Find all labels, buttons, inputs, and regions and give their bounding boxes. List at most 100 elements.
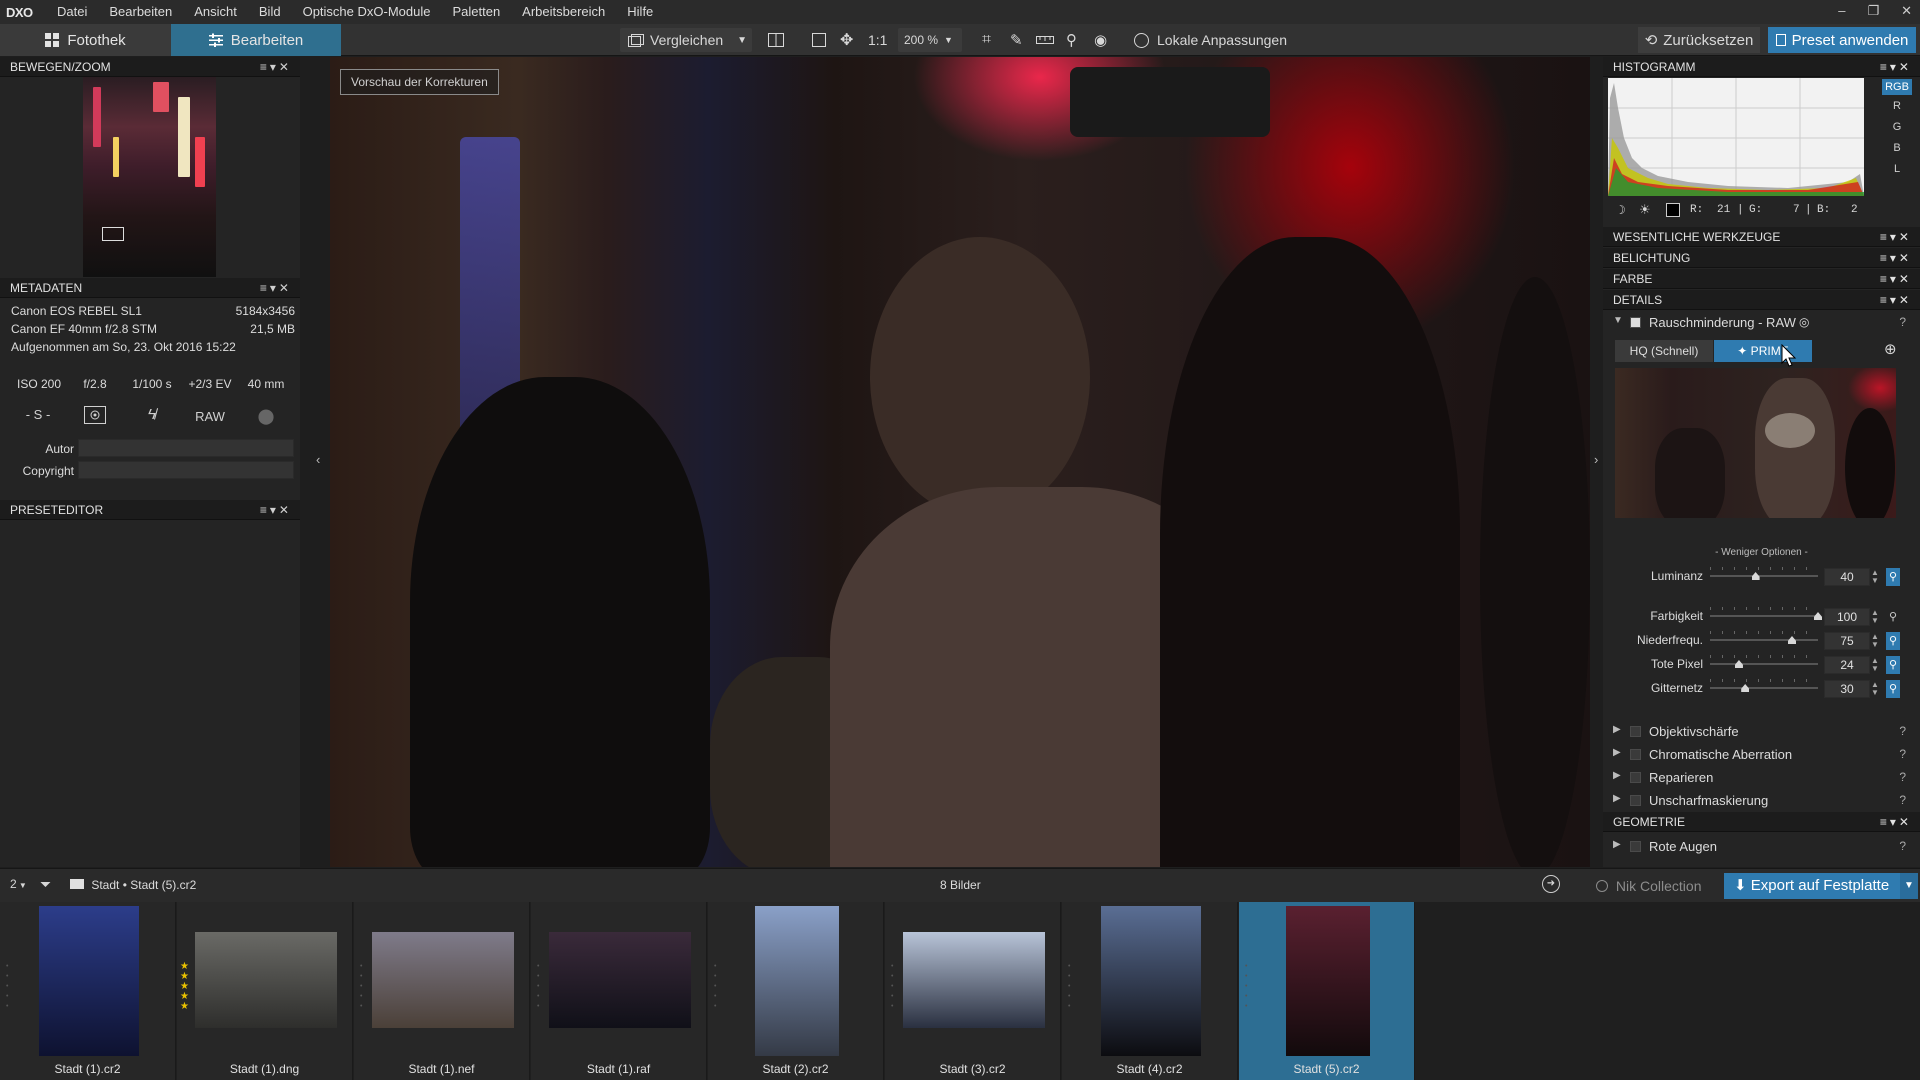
filmstrip-thumbnail[interactable]	[1101, 906, 1201, 1056]
slider-value[interactable]: 75	[1824, 632, 1870, 650]
picker-icon[interactable]: ⚲	[1886, 632, 1900, 650]
tab-fotothek[interactable]: Fotothek	[0, 24, 171, 56]
slider-thumb[interactable]	[1741, 684, 1750, 692]
preset-editor-header[interactable]: PRESETEDITOR ≡▾✕	[0, 500, 300, 520]
filmstrip-item[interactable]: • • • • • Stadt (3).cr2	[885, 902, 1061, 1080]
rating-dots[interactable]: • • • • •	[537, 962, 541, 1012]
panel-menu-close-icon[interactable]: ≡▾✕	[1880, 812, 1912, 832]
subtool-checkbox[interactable]	[1630, 749, 1641, 760]
filmstrip-item[interactable]: • • • • • Stadt (1).cr2	[0, 902, 176, 1080]
panel-menu-close-icon[interactable]: ≡▾✕	[1880, 269, 1912, 289]
collapse-left-panel-icon[interactable]: ‹	[316, 452, 320, 467]
subtool-checkbox[interactable]	[1630, 726, 1641, 737]
minimize-button[interactable]: –	[1838, 0, 1845, 22]
filmstrip-item[interactable]: • • • • • Stadt (1).dng	[177, 902, 353, 1080]
filmstrip-thumbnail[interactable]	[755, 906, 839, 1056]
mode-hq-button[interactable]: HQ (Schnell)	[1615, 340, 1713, 362]
filmstrip-item[interactable]: • • • • • Stadt (4).cr2	[1062, 902, 1238, 1080]
sort-button[interactable]: 2 ▼	[10, 877, 27, 891]
reset-button[interactable]: ⟲ Zurücksetzen	[1638, 27, 1760, 53]
export-disk-button[interactable]: ⬇ Export auf Festplatte	[1724, 873, 1900, 899]
rating-dots[interactable]: • • • • •	[891, 962, 895, 1012]
slider-thumb[interactable]	[1751, 572, 1760, 580]
main-photo[interactable]	[330, 57, 1590, 867]
star-rating[interactable]: ★ ★ ★ ★ ★	[180, 962, 189, 1012]
rating-dots[interactable]: • • • • •	[1245, 962, 1249, 1012]
subtool-checkbox[interactable]	[1630, 841, 1641, 852]
panel-menu-close-icon[interactable]: ≡▾✕	[260, 281, 292, 295]
slider-value[interactable]: 100	[1824, 608, 1870, 626]
subtool-row[interactable]: ▶ Unscharfmaskierung ?	[1603, 789, 1920, 812]
expand-right-icon[interactable]: ▶	[1613, 724, 1621, 735]
menu-hilfe[interactable]: Hilfe	[616, 0, 664, 24]
split-view-icon[interactable]	[768, 28, 784, 52]
picker-icon[interactable]: ⚲	[1886, 656, 1900, 674]
filmstrip-item[interactable]: • • • • • Stadt (5).cr2	[1239, 902, 1415, 1080]
image-viewer[interactable]: Vorschau der Korrekturen	[330, 57, 1590, 867]
menu-arbeitsbereich[interactable]: Arbeitsbereich	[511, 0, 616, 24]
compare-button[interactable]: Vergleichen ▼	[620, 28, 752, 52]
move-zoom-header[interactable]: BEWEGEN/ZOOM ≡▾✕	[0, 57, 300, 77]
metadata-header[interactable]: METADATEN ≡▾✕	[0, 278, 300, 298]
slider-track[interactable]	[1710, 615, 1818, 617]
picker-icon[interactable]: ⚲	[1886, 608, 1900, 626]
channel-r-button[interactable]: R	[1882, 100, 1912, 112]
maximize-button[interactable]: ❐	[1867, 0, 1879, 22]
fewer-options-link[interactable]: - Weniger Optionen -	[1603, 547, 1920, 558]
menu-ansicht[interactable]: Ansicht	[183, 0, 248, 24]
histogram-header[interactable]: HISTOGRAMM ≡▾✕	[1603, 57, 1920, 77]
help-icon[interactable]: ?	[1899, 793, 1906, 807]
channel-l-button[interactable]: L	[1882, 163, 1912, 175]
slider-track[interactable]	[1710, 639, 1818, 641]
slider-track[interactable]	[1710, 663, 1818, 665]
expand-down-icon[interactable]: ▼	[1613, 315, 1623, 326]
navigator-thumbnail[interactable]	[83, 77, 216, 277]
spinner-icon[interactable]: ▲ ▼	[1871, 569, 1879, 585]
subtool-row[interactable]: ▶ Chromatische Aberration ?	[1603, 743, 1920, 766]
subtool-checkbox[interactable]	[1630, 772, 1641, 783]
apply-preset-button[interactable]: Preset anwenden	[1768, 27, 1916, 53]
tab-bearbeiten[interactable]: Bearbeiten	[171, 24, 341, 56]
help-icon[interactable]: ?	[1899, 839, 1906, 853]
menu-bearbeiten[interactable]: Bearbeiten	[98, 0, 183, 24]
filmstrip-thumbnail[interactable]	[549, 932, 691, 1028]
menu-paletten[interactable]: Paletten	[441, 0, 511, 24]
menu-datei[interactable]: Datei	[46, 0, 98, 24]
mode-prime-button[interactable]: ✦ PRIME	[1714, 340, 1812, 362]
slider-value[interactable]: 24	[1824, 656, 1870, 674]
author-field[interactable]	[78, 439, 294, 457]
filmstrip-thumbnail[interactable]	[195, 932, 337, 1028]
navigator-viewport-rect[interactable]	[102, 227, 124, 241]
color-header[interactable]: FARBE ≡▾✕	[1603, 269, 1920, 289]
filmstrip-item[interactable]: • • • • • Stadt (2).cr2	[708, 902, 884, 1080]
panel-menu-close-icon[interactable]: ≡▾✕	[1880, 57, 1912, 77]
export-dropdown-button[interactable]: ▼	[1900, 873, 1918, 899]
slider-track[interactable]	[1710, 687, 1818, 689]
slider-track[interactable]	[1710, 575, 1818, 577]
slider-thumb[interactable]	[1814, 612, 1822, 620]
help-icon[interactable]: ?	[1899, 747, 1906, 761]
highlight-clip-icon[interactable]: ☀	[1639, 202, 1651, 218]
eye-icon[interactable]: ◉	[1094, 28, 1107, 52]
panel-menu-close-icon[interactable]: ≡▾✕	[260, 60, 292, 74]
filmstrip-thumbnail[interactable]	[903, 932, 1045, 1028]
subtool-checkbox[interactable]	[1630, 795, 1641, 806]
rating-dots[interactable]: • • • • •	[6, 962, 10, 1012]
slider-value[interactable]: 40	[1824, 568, 1870, 586]
filmstrip-thumbnail[interactable]	[1286, 906, 1370, 1056]
expand-right-icon[interactable]: ▶	[1613, 770, 1621, 781]
rating-dots[interactable]: • • • • •	[360, 962, 364, 1012]
zoom-select[interactable]: 200 % ▼	[898, 28, 962, 52]
one-to-one-button[interactable]: 1:1	[868, 28, 887, 52]
filter-icon[interactable]: ⏷	[40, 876, 51, 893]
noise-reduction-checkbox[interactable]	[1630, 317, 1641, 328]
essentials-header[interactable]: WESENTLICHE WERKZEUGE ≡▾✕	[1603, 227, 1920, 247]
picker-icon[interactable]: ⚲	[1886, 568, 1900, 586]
horizon-icon[interactable]	[1036, 28, 1054, 52]
subtool-row[interactable]: ▶ Objektivschärfe ?	[1603, 720, 1920, 743]
spinner-icon[interactable]: ▲ ▼	[1871, 633, 1879, 649]
picker-icon[interactable]: ⚲	[1886, 680, 1900, 698]
repair-icon[interactable]: ⚲	[1066, 28, 1077, 52]
shadow-clip-icon[interactable]: ☽	[1615, 203, 1626, 217]
chevron-down-icon[interactable]: ▼	[737, 35, 747, 46]
